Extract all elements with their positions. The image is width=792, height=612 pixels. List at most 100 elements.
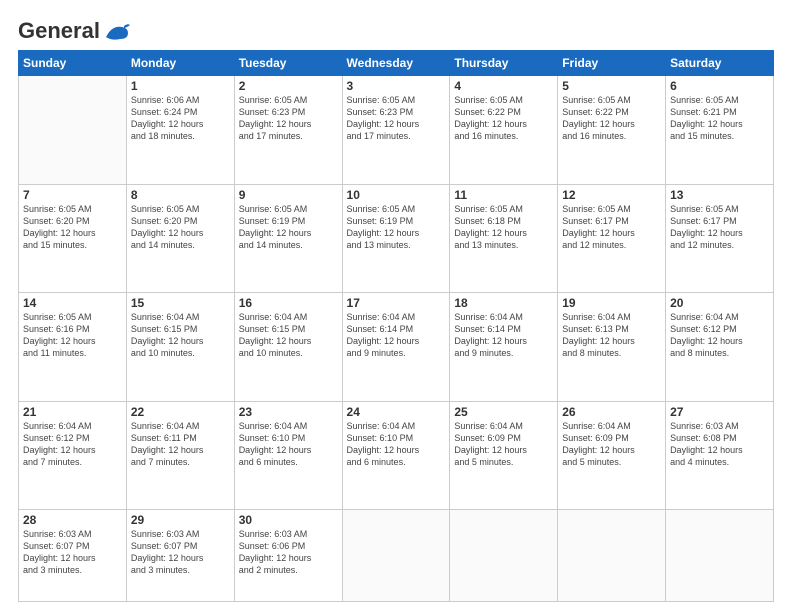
calendar-cell: 8Sunrise: 6:05 AM Sunset: 6:20 PM Daylig… [126, 184, 234, 293]
day-info: Sunrise: 6:05 AM Sunset: 6:16 PM Dayligh… [23, 311, 122, 360]
calendar-cell [558, 510, 666, 602]
weekday-header-saturday: Saturday [666, 51, 774, 76]
day-number: 29 [131, 513, 230, 527]
weekday-header-wednesday: Wednesday [342, 51, 450, 76]
day-info: Sunrise: 6:03 AM Sunset: 6:07 PM Dayligh… [131, 528, 230, 577]
calendar-cell: 12Sunrise: 6:05 AM Sunset: 6:17 PM Dayli… [558, 184, 666, 293]
calendar-cell [666, 510, 774, 602]
day-number: 4 [454, 79, 553, 93]
day-info: Sunrise: 6:05 AM Sunset: 6:23 PM Dayligh… [239, 94, 338, 143]
calendar-cell: 2Sunrise: 6:05 AM Sunset: 6:23 PM Daylig… [234, 76, 342, 185]
day-info: Sunrise: 6:04 AM Sunset: 6:13 PM Dayligh… [562, 311, 661, 360]
day-info: Sunrise: 6:05 AM Sunset: 6:22 PM Dayligh… [562, 94, 661, 143]
day-info: Sunrise: 6:05 AM Sunset: 6:17 PM Dayligh… [670, 203, 769, 252]
day-info: Sunrise: 6:05 AM Sunset: 6:21 PM Dayligh… [670, 94, 769, 143]
header: General [18, 18, 774, 40]
day-info: Sunrise: 6:03 AM Sunset: 6:07 PM Dayligh… [23, 528, 122, 577]
day-number: 17 [347, 296, 446, 310]
day-info: Sunrise: 6:03 AM Sunset: 6:08 PM Dayligh… [670, 420, 769, 469]
day-number: 23 [239, 405, 338, 419]
day-number: 8 [131, 188, 230, 202]
day-number: 7 [23, 188, 122, 202]
day-info: Sunrise: 6:05 AM Sunset: 6:20 PM Dayligh… [23, 203, 122, 252]
calendar-cell: 17Sunrise: 6:04 AM Sunset: 6:14 PM Dayli… [342, 293, 450, 402]
calendar-cell: 28Sunrise: 6:03 AM Sunset: 6:07 PM Dayli… [19, 510, 127, 602]
calendar-cell: 24Sunrise: 6:04 AM Sunset: 6:10 PM Dayli… [342, 401, 450, 510]
calendar-cell [450, 510, 558, 602]
weekday-header-friday: Friday [558, 51, 666, 76]
day-number: 18 [454, 296, 553, 310]
day-info: Sunrise: 6:03 AM Sunset: 6:06 PM Dayligh… [239, 528, 338, 577]
calendar-cell: 7Sunrise: 6:05 AM Sunset: 6:20 PM Daylig… [19, 184, 127, 293]
day-number: 11 [454, 188, 553, 202]
calendar-cell: 26Sunrise: 6:04 AM Sunset: 6:09 PM Dayli… [558, 401, 666, 510]
day-info: Sunrise: 6:04 AM Sunset: 6:10 PM Dayligh… [239, 420, 338, 469]
day-info: Sunrise: 6:04 AM Sunset: 6:15 PM Dayligh… [239, 311, 338, 360]
calendar-cell: 14Sunrise: 6:05 AM Sunset: 6:16 PM Dayli… [19, 293, 127, 402]
weekday-header-thursday: Thursday [450, 51, 558, 76]
calendar-cell: 22Sunrise: 6:04 AM Sunset: 6:11 PM Dayli… [126, 401, 234, 510]
day-info: Sunrise: 6:04 AM Sunset: 6:09 PM Dayligh… [454, 420, 553, 469]
weekday-header-monday: Monday [126, 51, 234, 76]
calendar-week-row: 28Sunrise: 6:03 AM Sunset: 6:07 PM Dayli… [19, 510, 774, 602]
day-info: Sunrise: 6:04 AM Sunset: 6:14 PM Dayligh… [454, 311, 553, 360]
day-number: 12 [562, 188, 661, 202]
day-number: 26 [562, 405, 661, 419]
calendar-week-row: 7Sunrise: 6:05 AM Sunset: 6:20 PM Daylig… [19, 184, 774, 293]
day-number: 27 [670, 405, 769, 419]
calendar-cell [342, 510, 450, 602]
day-info: Sunrise: 6:05 AM Sunset: 6:22 PM Dayligh… [454, 94, 553, 143]
calendar-cell: 13Sunrise: 6:05 AM Sunset: 6:17 PM Dayli… [666, 184, 774, 293]
calendar-cell: 10Sunrise: 6:05 AM Sunset: 6:19 PM Dayli… [342, 184, 450, 293]
calendar-cell: 16Sunrise: 6:04 AM Sunset: 6:15 PM Dayli… [234, 293, 342, 402]
calendar-week-row: 21Sunrise: 6:04 AM Sunset: 6:12 PM Dayli… [19, 401, 774, 510]
calendar-cell: 18Sunrise: 6:04 AM Sunset: 6:14 PM Dayli… [450, 293, 558, 402]
calendar-cell: 1Sunrise: 6:06 AM Sunset: 6:24 PM Daylig… [126, 76, 234, 185]
day-number: 20 [670, 296, 769, 310]
calendar-cell: 23Sunrise: 6:04 AM Sunset: 6:10 PM Dayli… [234, 401, 342, 510]
day-number: 24 [347, 405, 446, 419]
weekday-header-tuesday: Tuesday [234, 51, 342, 76]
day-number: 1 [131, 79, 230, 93]
logo-text: General [18, 18, 130, 44]
day-number: 19 [562, 296, 661, 310]
calendar-header-row: SundayMondayTuesdayWednesdayThursdayFrid… [19, 51, 774, 76]
calendar-cell: 5Sunrise: 6:05 AM Sunset: 6:22 PM Daylig… [558, 76, 666, 185]
day-number: 30 [239, 513, 338, 527]
calendar-cell: 15Sunrise: 6:04 AM Sunset: 6:15 PM Dayli… [126, 293, 234, 402]
day-number: 28 [23, 513, 122, 527]
day-info: Sunrise: 6:04 AM Sunset: 6:12 PM Dayligh… [23, 420, 122, 469]
day-number: 2 [239, 79, 338, 93]
day-number: 6 [670, 79, 769, 93]
day-number: 3 [347, 79, 446, 93]
day-info: Sunrise: 6:04 AM Sunset: 6:10 PM Dayligh… [347, 420, 446, 469]
day-number: 22 [131, 405, 230, 419]
day-info: Sunrise: 6:05 AM Sunset: 6:17 PM Dayligh… [562, 203, 661, 252]
page: General SundayMondayTuesdayWednesdayThur… [0, 0, 792, 612]
calendar-cell: 3Sunrise: 6:05 AM Sunset: 6:23 PM Daylig… [342, 76, 450, 185]
calendar-cell: 20Sunrise: 6:04 AM Sunset: 6:12 PM Dayli… [666, 293, 774, 402]
calendar-cell: 19Sunrise: 6:04 AM Sunset: 6:13 PM Dayli… [558, 293, 666, 402]
day-info: Sunrise: 6:05 AM Sunset: 6:23 PM Dayligh… [347, 94, 446, 143]
day-info: Sunrise: 6:04 AM Sunset: 6:09 PM Dayligh… [562, 420, 661, 469]
day-number: 14 [23, 296, 122, 310]
calendar-cell: 27Sunrise: 6:03 AM Sunset: 6:08 PM Dayli… [666, 401, 774, 510]
day-number: 10 [347, 188, 446, 202]
day-info: Sunrise: 6:04 AM Sunset: 6:14 PM Dayligh… [347, 311, 446, 360]
calendar-cell: 9Sunrise: 6:05 AM Sunset: 6:19 PM Daylig… [234, 184, 342, 293]
day-info: Sunrise: 6:04 AM Sunset: 6:15 PM Dayligh… [131, 311, 230, 360]
day-info: Sunrise: 6:05 AM Sunset: 6:20 PM Dayligh… [131, 203, 230, 252]
day-number: 9 [239, 188, 338, 202]
calendar-cell [19, 76, 127, 185]
calendar-cell: 30Sunrise: 6:03 AM Sunset: 6:06 PM Dayli… [234, 510, 342, 602]
day-number: 21 [23, 405, 122, 419]
day-info: Sunrise: 6:04 AM Sunset: 6:12 PM Dayligh… [670, 311, 769, 360]
day-number: 16 [239, 296, 338, 310]
calendar-cell: 25Sunrise: 6:04 AM Sunset: 6:09 PM Dayli… [450, 401, 558, 510]
day-number: 5 [562, 79, 661, 93]
calendar-week-row: 14Sunrise: 6:05 AM Sunset: 6:16 PM Dayli… [19, 293, 774, 402]
day-number: 13 [670, 188, 769, 202]
calendar-week-row: 1Sunrise: 6:06 AM Sunset: 6:24 PM Daylig… [19, 76, 774, 185]
day-info: Sunrise: 6:05 AM Sunset: 6:19 PM Dayligh… [239, 203, 338, 252]
logo: General [18, 18, 130, 40]
